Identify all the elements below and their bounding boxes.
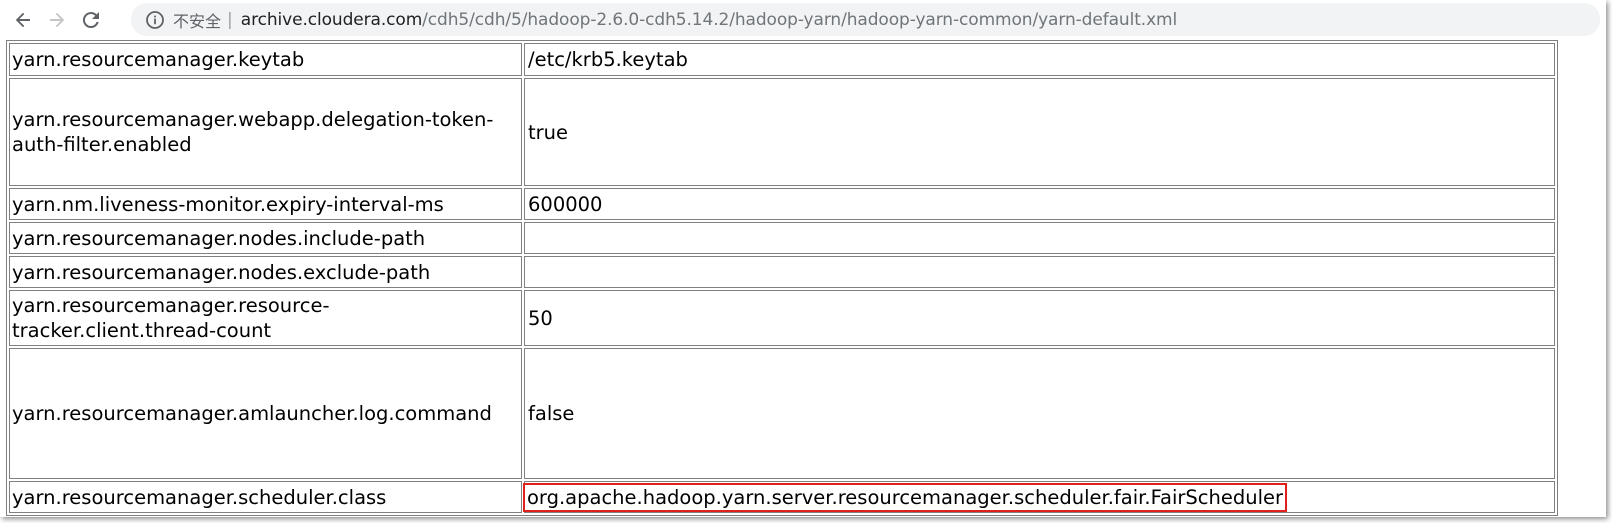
property-value: 50 — [524, 290, 1555, 346]
browser-window: 不安全 | archive.cloudera.com/cdh5/cdh/5/ha… — [0, 0, 1606, 517]
url-path: /cdh5/cdh/5/hadoop-2.6.0-cdh5.14.2/hadoo… — [422, 9, 1178, 30]
property-name: yarn.resourcemanager.nodes.include-path — [9, 222, 522, 254]
table-row: yarn.resourcemanager.nodes.include-path — [9, 222, 1555, 254]
property-value: 600000 — [524, 188, 1555, 220]
table-row: yarn.resourcemanager.keytab /etc/krb5.ke… — [9, 43, 1555, 76]
property-value-highlighted: org.apache.hadoop.yarn.server.resourcema… — [522, 481, 1555, 513]
forward-button[interactable] — [40, 3, 74, 37]
property-value: /etc/krb5.keytab — [524, 43, 1555, 76]
property-value: true — [524, 78, 1555, 186]
table-row: yarn.resourcemanager.resource-tracker.cl… — [9, 290, 1555, 346]
url-separator: | — [227, 9, 233, 30]
properties-table: yarn.resourcemanager.keytab /etc/krb5.ke… — [6, 40, 1558, 516]
address-bar[interactable]: 不安全 | archive.cloudera.com/cdh5/cdh/5/ha… — [131, 3, 1600, 36]
arrow-left-icon — [15, 12, 30, 27]
url-text[interactable]: archive.cloudera.com/cdh5/cdh/5/hadoop-2… — [241, 10, 1177, 30]
property-name: yarn.resourcemanager.nodes.exclude-path — [9, 256, 522, 288]
property-value — [524, 222, 1555, 254]
highlight-box: org.apache.hadoop.yarn.server.resourcema… — [522, 482, 1288, 512]
property-value: false — [524, 348, 1555, 479]
reload-icon — [82, 11, 99, 28]
not-secure-label: 不安全 — [173, 11, 222, 31]
info-circle-icon[interactable] — [143, 8, 167, 32]
property-name: yarn.resourcemanager.amlauncher.log.comm… — [9, 348, 522, 479]
arrow-right-icon — [50, 12, 65, 27]
table-row: yarn.resourcemanager.webapp.delegation-t… — [9, 78, 1555, 186]
property-value — [524, 256, 1555, 288]
table-row: yarn.nm.liveness-monitor.expiry-interval… — [9, 188, 1555, 220]
scrollbar[interactable] — [1594, 39, 1606, 517]
property-name: yarn.resourcemanager.scheduler.class — [9, 481, 522, 513]
browser-toolbar: 不安全 | archive.cloudera.com/cdh5/cdh/5/ha… — [0, 0, 1606, 39]
back-button[interactable] — [6, 3, 40, 37]
reload-button[interactable] — [74, 3, 108, 37]
url-host: archive.cloudera.com — [240, 9, 423, 30]
property-name: yarn.resourcemanager.webapp.delegation-t… — [9, 78, 522, 186]
property-name: yarn.resourcemanager.resource-tracker.cl… — [9, 290, 522, 346]
page-content: yarn.resourcemanager.keytab /etc/krb5.ke… — [0, 39, 1606, 517]
table-row: yarn.resourcemanager.nodes.exclude-path — [9, 256, 1555, 288]
property-name: yarn.resourcemanager.keytab — [9, 43, 522, 76]
table-row: yarn.resourcemanager.scheduler.class org… — [9, 481, 1555, 513]
property-name: yarn.nm.liveness-monitor.expiry-interval… — [9, 188, 522, 220]
table-row: yarn.resourcemanager.amlauncher.log.comm… — [9, 348, 1555, 479]
